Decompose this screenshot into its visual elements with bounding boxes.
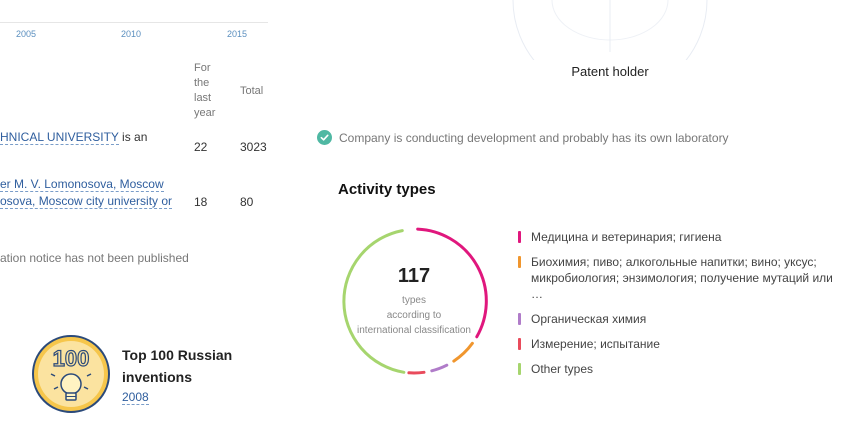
university-link[interactable]: osova, Moscow city university or bbox=[0, 194, 173, 209]
row-last-year-value: 22 bbox=[194, 140, 208, 154]
row-text-suffix: is an bbox=[118, 130, 148, 144]
timeline-year-2005: 2005 bbox=[16, 29, 37, 39]
award-year-link[interactable]: 2008 bbox=[122, 390, 149, 405]
legend-swatch bbox=[518, 231, 521, 243]
award-title-text: Top 100 Russian inventions bbox=[122, 347, 233, 385]
donut-center: 117 types according to international cla… bbox=[340, 227, 488, 375]
check-circle-icon bbox=[317, 130, 332, 145]
timeline-year-2015: 2015 bbox=[227, 29, 248, 39]
row-total-value: 80 bbox=[240, 195, 254, 209]
publication-notice: ation notice has not been published bbox=[0, 251, 189, 265]
activity-legend: Медицина и ветеринария; гигиена Биохимия… bbox=[518, 229, 848, 386]
legend-item-medicine[interactable]: Медицина и ветеринария; гигиена bbox=[518, 229, 848, 245]
lab-status-text: Company is conducting development and pr… bbox=[339, 130, 729, 145]
legend-item-other[interactable]: Other types bbox=[518, 361, 848, 377]
legend-label: Биохимия; пиво; алкогольные напитки; вин… bbox=[531, 255, 833, 301]
table-row: HNICAL UNIVERSITY is an bbox=[0, 129, 147, 146]
legend-swatch bbox=[518, 313, 521, 325]
award-title: Top 100 Russian inventions bbox=[122, 344, 242, 388]
activity-types-title: Activity types bbox=[338, 181, 436, 198]
legend-swatch bbox=[518, 363, 521, 375]
patent-holder-label: Patent holder bbox=[571, 64, 649, 79]
header-last-year: For the last year bbox=[194, 62, 216, 119]
legend-item-organic-chemistry[interactable]: Органическая химия bbox=[518, 311, 848, 327]
row-total-value: 3023 bbox=[240, 140, 267, 154]
patent-holder-chart bbox=[512, 0, 708, 60]
activity-count-label: according to bbox=[386, 310, 442, 321]
timeline-axis bbox=[0, 22, 268, 23]
legend-item-measurement[interactable]: Измерение; испытание bbox=[518, 336, 848, 352]
legend-label: Измерение; испытание bbox=[531, 337, 660, 351]
legend-item-biochemistry[interactable]: Биохимия; пиво; алкогольные напитки; вин… bbox=[518, 254, 848, 302]
lightbulb-award-icon: 100 bbox=[32, 335, 110, 413]
university-link[interactable]: er M. V. Lomonosova, Moscow bbox=[0, 177, 164, 192]
legend-label: Other types bbox=[531, 362, 594, 376]
row-last-year-value: 18 bbox=[194, 195, 208, 209]
table-row-line2: osova, Moscow city university or bbox=[0, 193, 173, 210]
legend-swatch bbox=[518, 256, 521, 268]
award-badge-number: 100 bbox=[53, 346, 90, 371]
table-row: er M. V. Lomonosova, Moscow bbox=[0, 176, 164, 193]
activity-count-label: types bbox=[402, 295, 426, 306]
activity-count-label: international classification bbox=[357, 325, 471, 336]
timeline-year-2010: 2010 bbox=[121, 29, 142, 39]
legend-label: Медицина и ветеринария; гигиена bbox=[531, 230, 722, 244]
university-link[interactable]: HNICAL UNIVERSITY bbox=[0, 130, 119, 145]
legend-label: Органическая химия bbox=[531, 312, 647, 326]
legend-swatch bbox=[518, 338, 521, 350]
header-total: Total bbox=[240, 85, 264, 97]
lab-status: Company is conducting development and pr… bbox=[317, 130, 729, 145]
activity-count: 117 bbox=[397, 265, 431, 287]
